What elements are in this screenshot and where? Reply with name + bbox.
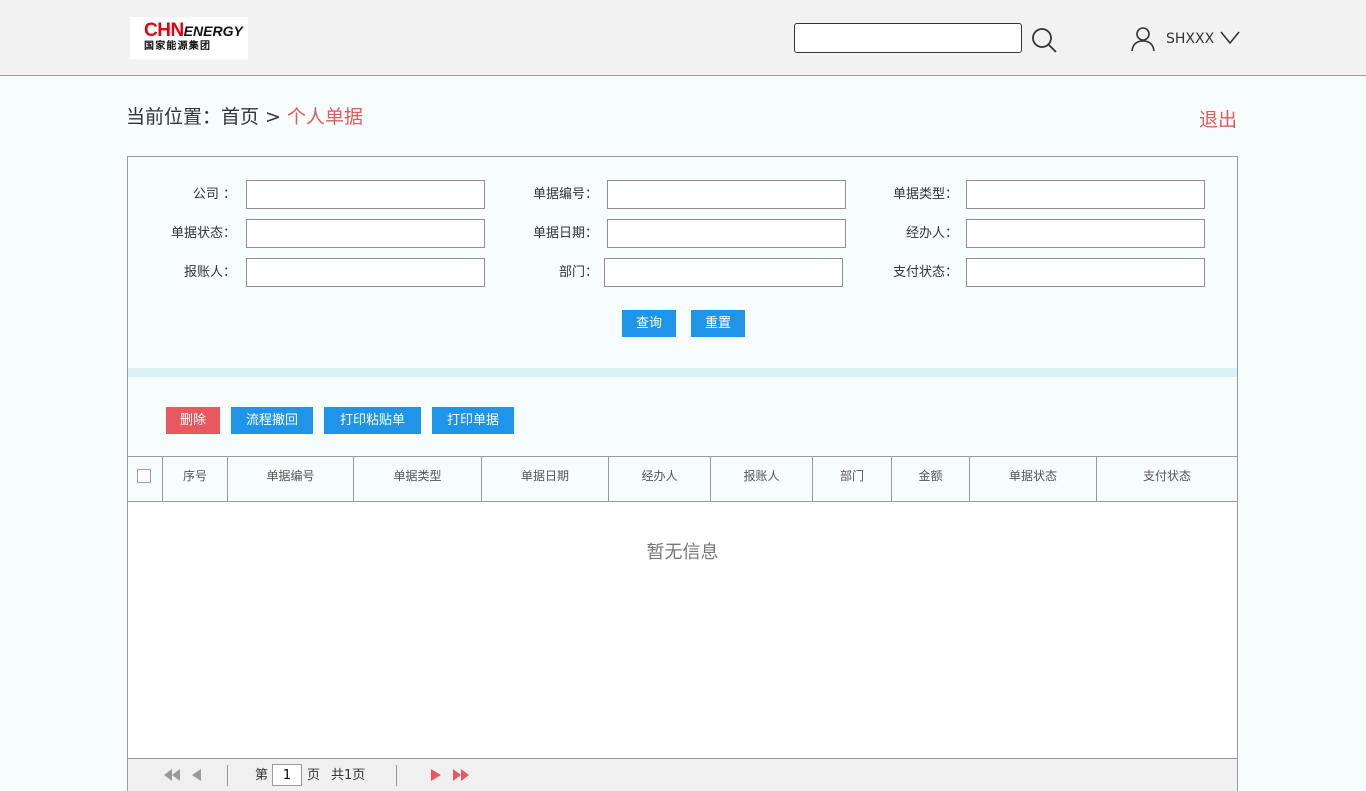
- search-icon[interactable]: [1030, 26, 1058, 54]
- col-doc-status[interactable]: 单据状态: [969, 457, 1096, 501]
- logo-subtitle: 国家能源集团: [144, 41, 212, 52]
- select-all-cell: [128, 457, 162, 501]
- pay-status-field[interactable]: [966, 258, 1205, 287]
- breadcrumb-home[interactable]: 当前位置：首页 >: [126, 106, 287, 128]
- dept-field[interactable]: [604, 258, 843, 287]
- pay-status-label: 支付状态：: [892, 265, 958, 280]
- breadcrumb: 当前位置：首页 > 个人单据: [126, 104, 363, 130]
- section-divider: [128, 368, 1237, 377]
- last-page-icon[interactable]: [452, 768, 470, 782]
- handler-label: 经办人：: [905, 226, 958, 241]
- doc-type-label: 单据类型：: [892, 187, 958, 202]
- select-all-checkbox[interactable]: [137, 469, 151, 483]
- claimant-field[interactable]: [246, 258, 485, 287]
- top-bar: CHNENERGY 国家能源集团 SHXXX: [0, 0, 1366, 76]
- first-page-icon[interactable]: [163, 768, 181, 782]
- logo-wordmark: CHNENERGY: [144, 20, 243, 41]
- print-doc-button[interactable]: 打印单据: [432, 407, 514, 434]
- pager-suffix: 页: [307, 768, 321, 783]
- pager-total: 共1页: [331, 768, 366, 783]
- pager-separator: [227, 765, 228, 786]
- col-handler[interactable]: 经办人: [608, 457, 710, 501]
- print-sticker-button[interactable]: 打印粘贴单: [324, 407, 421, 434]
- dept-label: 部门：: [558, 265, 598, 280]
- chevron-down-icon[interactable]: [1219, 30, 1241, 46]
- col-claimant[interactable]: 报账人: [710, 457, 812, 501]
- table-header: 序号 单据编号 单据类型 单据日期 经办人 报账人 部门 金额 单据状态 支付状…: [128, 456, 1237, 502]
- col-amount[interactable]: 金额: [891, 457, 969, 501]
- company-field[interactable]: [246, 180, 485, 209]
- doc-date-label: 单据日期：: [532, 226, 598, 241]
- pagination: 第 页 共1页: [128, 758, 1237, 791]
- query-button[interactable]: 查询: [622, 310, 676, 337]
- username[interactable]: SHXXX: [1166, 30, 1214, 48]
- col-dept[interactable]: 部门: [812, 457, 891, 501]
- logout-link[interactable]: 退出: [1199, 107, 1237, 133]
- handler-field[interactable]: [966, 219, 1205, 248]
- col-doc-type[interactable]: 单据类型: [353, 457, 481, 501]
- doc-status-field[interactable]: [246, 219, 485, 248]
- prev-page-icon[interactable]: [189, 768, 203, 782]
- revoke-button[interactable]: 流程撤回: [231, 407, 313, 434]
- table-body: 暂无信息: [128, 502, 1237, 758]
- col-index[interactable]: 序号: [162, 457, 227, 501]
- doc-no-field[interactable]: [607, 180, 846, 209]
- breadcrumb-current: 个人单据: [287, 106, 364, 128]
- user-icon: [1131, 27, 1155, 52]
- next-page-icon[interactable]: [429, 768, 443, 782]
- company-label: 公司 ：: [192, 187, 236, 202]
- doc-no-label: 单据编号：: [532, 187, 598, 202]
- doc-date-field[interactable]: [607, 219, 846, 248]
- doc-status-label: 单据状态：: [170, 226, 236, 241]
- company-logo[interactable]: CHNENERGY 国家能源集团: [130, 17, 248, 59]
- main-panel: 公司 ： 单据编号： 单据类型： 单据状态： 单据日期： 经办人： 报账人： 部…: [127, 156, 1238, 791]
- col-pay-status[interactable]: 支付状态: [1096, 457, 1237, 501]
- delete-button[interactable]: 删除: [166, 407, 220, 434]
- reset-button[interactable]: 重置: [691, 310, 745, 337]
- doc-type-field[interactable]: [966, 180, 1205, 209]
- empty-message: 暂无信息: [646, 542, 719, 563]
- pager-separator: [396, 765, 397, 786]
- pager-prefix: 第: [255, 768, 269, 783]
- col-doc-no[interactable]: 单据编号: [227, 457, 353, 501]
- col-doc-date[interactable]: 单据日期: [481, 457, 608, 501]
- claimant-label: 报账人：: [183, 265, 236, 280]
- page-number-input[interactable]: [272, 764, 302, 786]
- search-input[interactable]: [794, 23, 1022, 53]
